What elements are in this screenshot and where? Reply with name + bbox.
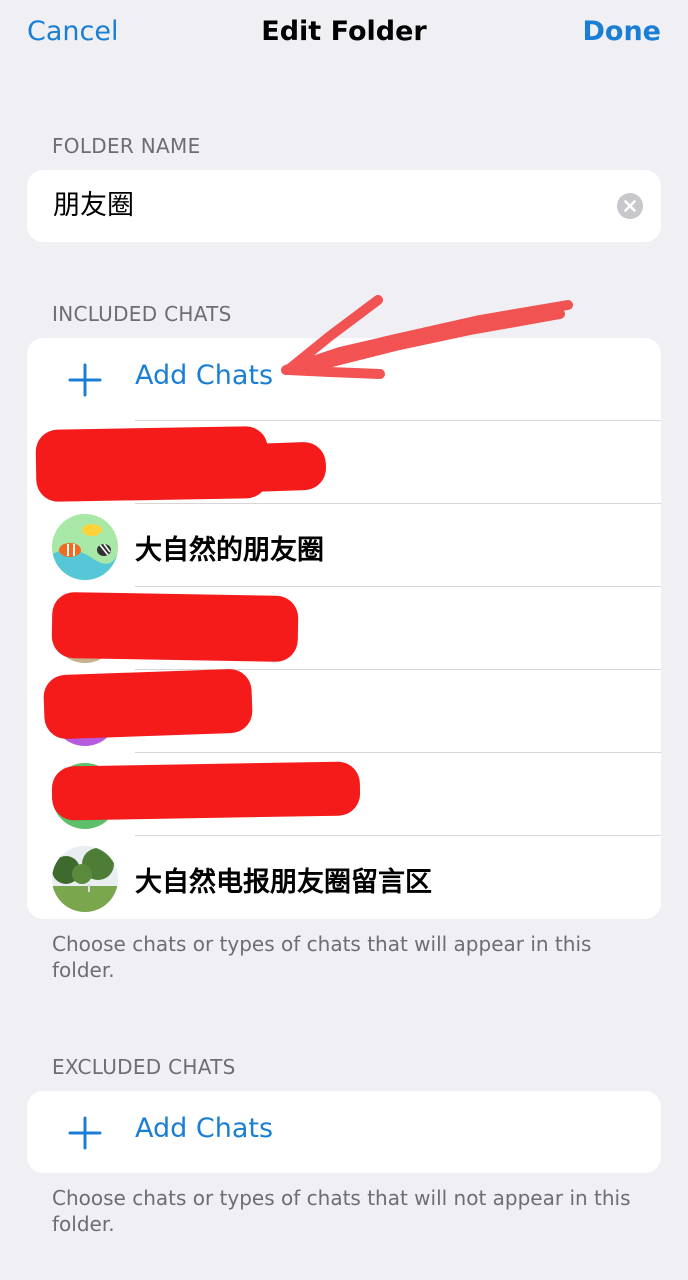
folder-name-input[interactable]: 朋友圈 [53, 170, 134, 242]
clear-text-button[interactable] [617, 193, 643, 219]
redaction-mark [42, 668, 254, 740]
excluded-chats-footer: Choose chats or types of chats that will… [52, 1186, 631, 1236]
plus-icon [68, 1116, 102, 1150]
chat-row-2[interactable]: 大自然的朋友圈 [27, 504, 661, 587]
folder-name-section-label: FOLDER NAME [52, 134, 201, 158]
chat-row-6[interactable]: 大自然电报朋友圈留言区 [27, 836, 661, 919]
add-chats-label: Add Chats [135, 1113, 274, 1144]
redaction-mark [51, 591, 299, 663]
included-add-chats-row[interactable]: Add Chats [27, 338, 661, 421]
clear-x-icon [624, 200, 636, 212]
excluded-add-chats-row[interactable]: Add Chats [27, 1091, 661, 1173]
navigation-bar: Cancel Edit Folder Done [0, 0, 688, 72]
chat-name: 大自然电报朋友圈留言区 [135, 867, 432, 898]
done-button[interactable]: Done [583, 16, 662, 47]
excluded-chats-card: Add Chats [27, 1091, 661, 1173]
chat-name: 大自然的朋友圈 [135, 535, 324, 566]
fish-avatar-icon [52, 514, 118, 580]
add-chats-label: Add Chats [135, 360, 274, 391]
chat-avatar-park [52, 846, 118, 912]
excluded-chats-section-label: EXCLUDED CHATS [52, 1055, 236, 1079]
chat-avatar-fish [52, 514, 118, 580]
redaction-mark [59, 441, 327, 499]
redaction-mark [51, 761, 361, 821]
included-chats-footer: Choose chats or types of chats that will… [52, 932, 592, 982]
included-chats-section-label: INCLUDED CHATS [52, 302, 232, 326]
plus-icon [68, 363, 102, 397]
park-avatar-icon [52, 846, 118, 912]
folder-name-card: 朋友圈 [27, 170, 661, 242]
